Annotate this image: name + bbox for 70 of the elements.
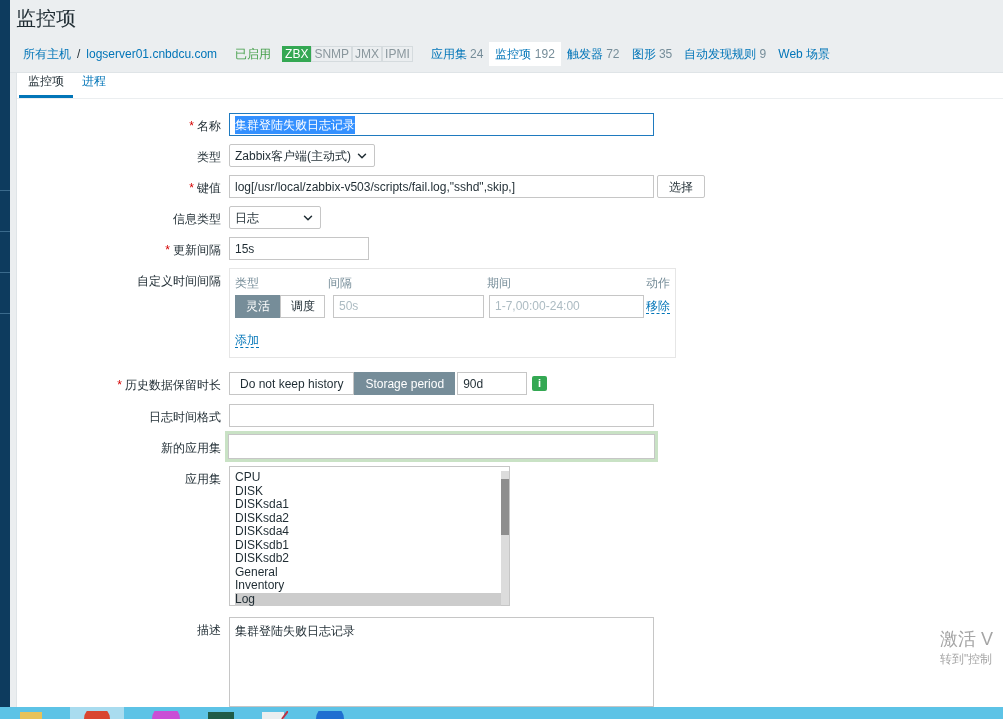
- list-option[interactable]: DISKsda2: [235, 511, 501, 525]
- list-box[interactable]: CPU DISK DISKsda1 DISKsda2 DISKsda4 DISKsdb1 DISKsdb2 General Inventory Log: [229, 466, 510, 606]
- required-mark: *: [165, 243, 170, 257]
- text-field[interactable]: [229, 404, 654, 427]
- form-tab[interactable]: 监控项: [19, 72, 73, 98]
- app-icon[interactable]: [208, 711, 234, 719]
- field-label: 应用集: [185, 472, 221, 486]
- list-option[interactable]: CPU: [235, 471, 501, 485]
- remove-link[interactable]: 移除: [646, 298, 670, 314]
- list-option[interactable]: DISKsda4: [235, 525, 501, 539]
- text-field[interactable]: 90d: [457, 372, 528, 395]
- list-option[interactable]: Inventory: [235, 579, 501, 593]
- interface-badge: ZBX: [282, 46, 312, 63]
- column-header: 动作: [646, 275, 670, 292]
- description-field[interactable]: 集群登陆失败日志记录: [229, 617, 654, 707]
- field-label: 描述: [197, 623, 221, 637]
- status-label: 已启用: [235, 46, 272, 64]
- list-option[interactable]: DISKsda1: [235, 498, 501, 512]
- required-mark: *: [189, 119, 194, 133]
- mode-toggle[interactable]: 调度: [280, 294, 325, 318]
- field-label: 键值: [197, 181, 221, 195]
- list-option[interactable]: DISKsdb2: [235, 552, 501, 566]
- text-field[interactable]: [225, 431, 658, 462]
- field-label: 历史数据保留时长: [125, 378, 221, 392]
- host-tab[interactable]: 监控项 192: [489, 42, 561, 67]
- column-header: 间隔: [328, 275, 354, 292]
- interface-badge: IPMI: [382, 46, 413, 63]
- form-tab[interactable]: 进程: [73, 72, 115, 98]
- host-tab[interactable]: 触发器 72: [560, 42, 626, 67]
- interface-badge: JMX: [352, 46, 383, 63]
- field-label: 新的应用集: [161, 441, 221, 455]
- required-mark: *: [117, 378, 122, 392]
- page-title: 监控项: [16, 6, 76, 32]
- app-icon[interactable]: [316, 711, 344, 719]
- browser-icon: [84, 711, 110, 719]
- host-tab[interactable]: 应用集 24: [424, 42, 490, 67]
- list-option[interactable]: DISKsdb1: [235, 538, 501, 552]
- host-tab[interactable]: Web 场景: [772, 42, 837, 67]
- activation-title: 激活 V: [940, 628, 993, 650]
- required-mark: *: [189, 181, 194, 195]
- notepad-icon[interactable]: [262, 711, 288, 719]
- field-label: 类型: [197, 150, 221, 164]
- interval-field[interactable]: 50s: [333, 294, 484, 318]
- list-option[interactable]: Log: [235, 592, 501, 606]
- add-link[interactable]: 添加: [235, 333, 259, 348]
- list-option[interactable]: DISK: [235, 484, 501, 498]
- app-icon[interactable]: [152, 711, 180, 719]
- field-label: 日志时间格式: [149, 410, 221, 424]
- period-field[interactable]: 1-7,00:00-24:00: [489, 294, 644, 318]
- dropdown[interactable]: Zabbix客户端(主动式): [229, 144, 375, 167]
- dropdown[interactable]: 日志: [229, 206, 321, 229]
- field-label: 更新间隔: [173, 243, 221, 257]
- breadcrumb-link[interactable]: logserver01.cnbdcu.com: [86, 45, 218, 64]
- history-toggle[interactable]: Do not keep history: [229, 372, 355, 395]
- host-tab[interactable]: 自动发现规则 9: [678, 42, 773, 67]
- text-field[interactable]: log[/usr/local/zabbix-v503/scripts/fail.log,"sshd",skip,]: [229, 175, 654, 198]
- column-header: 期间: [487, 275, 513, 292]
- select-button[interactable]: 选择: [657, 175, 705, 198]
- breadcrumb-separator: /: [77, 46, 81, 64]
- list-option[interactable]: General: [235, 565, 501, 579]
- column-header: 类型: [235, 275, 260, 292]
- scrollbar[interactable]: [501, 471, 509, 605]
- field-label: 自定义时间间隔: [137, 274, 221, 288]
- breadcrumb-link[interactable]: 所有主机: [23, 45, 71, 64]
- host-tab[interactable]: 图形 35: [625, 42, 679, 67]
- field-label: 名称: [197, 119, 221, 133]
- text-field[interactable]: 15s: [229, 237, 369, 260]
- activation-subtitle: 转到"控制: [940, 651, 993, 668]
- field-label: 信息类型: [173, 212, 221, 226]
- interface-badge: SNMP: [311, 46, 353, 63]
